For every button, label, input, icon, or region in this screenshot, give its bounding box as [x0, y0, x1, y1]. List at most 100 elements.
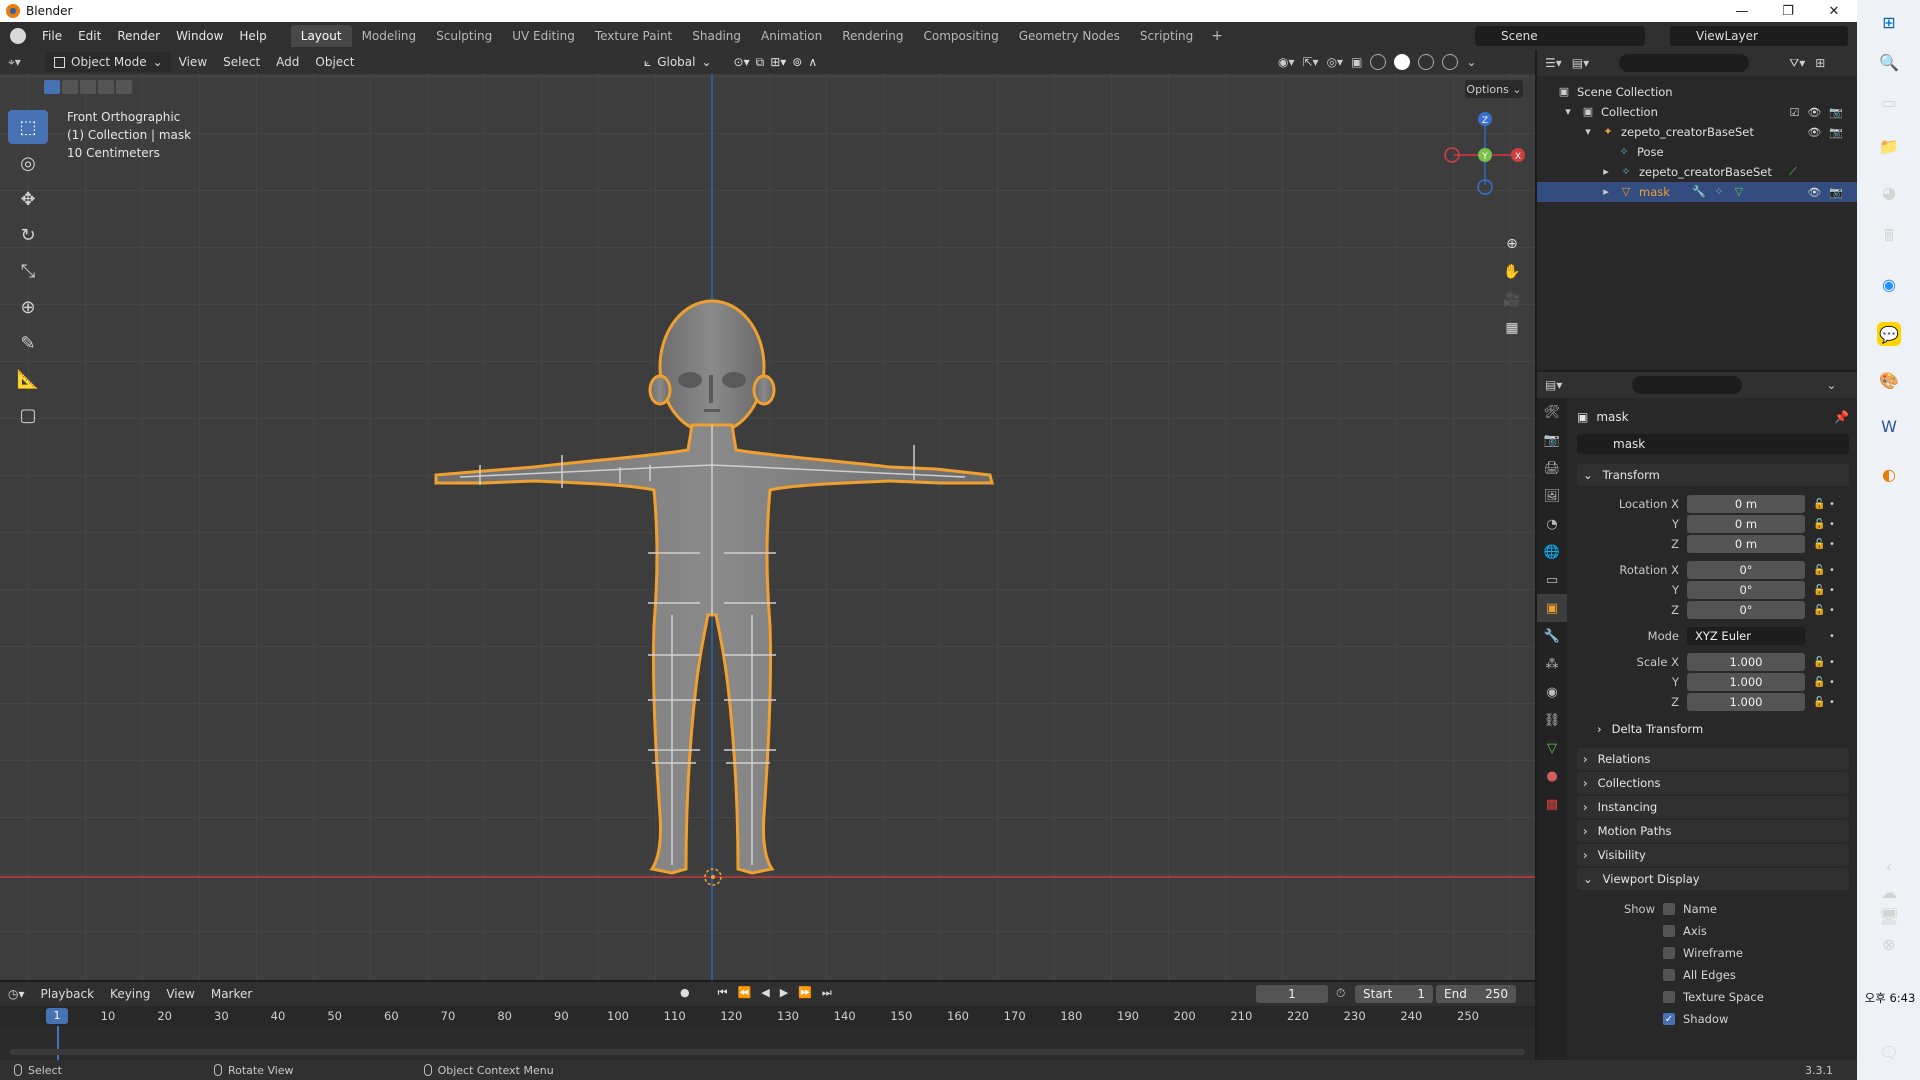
orientation-dropdown[interactable]: ⟀ Global ⌄ ⊙▾ ⧉ ⊞▾ ⊚ ∧ [644, 52, 817, 72]
timeline-menu-marker[interactable]: Marker [203, 987, 260, 1001]
visibility-panel-header[interactable]: Visibility [1577, 844, 1849, 866]
viewport-menu-view[interactable]: View [171, 55, 215, 69]
material-tab-icon[interactable]: ● [1537, 762, 1567, 790]
lock-icon[interactable]: 🔓 [1813, 677, 1829, 688]
camera-app-icon[interactable]: ◉ [1877, 272, 1901, 296]
physics-tab-icon[interactable]: ◉ [1537, 678, 1567, 706]
file-explorer-icon[interactable]: 📁 [1877, 134, 1901, 158]
blender-taskbar-icon[interactable]: ◐ [1877, 462, 1901, 486]
keyframe-dot-icon[interactable]: • [1829, 697, 1837, 708]
lock-icon[interactable]: 🔓 [1813, 697, 1829, 708]
rendered-shading-button[interactable] [1442, 54, 1459, 70]
current-frame-field[interactable]: 1 [1256, 985, 1328, 1003]
perspective-toggle-icon[interactable]: ▦ [1500, 314, 1524, 342]
outliner-row-pose[interactable]: ✧ Pose [1537, 142, 1857, 162]
snap-target-icon[interactable]: ⊞▾ [770, 55, 786, 69]
outliner-row-scene-collection[interactable]: ▣ Scene Collection [1537, 82, 1857, 102]
paint-app-icon[interactable]: 🎨 [1877, 368, 1901, 392]
tab-sculpting[interactable]: Sculpting [426, 25, 502, 47]
start-frame-field[interactable]: Start 1 [1355, 985, 1433, 1003]
rotation-z-field[interactable]: 0° [1687, 601, 1805, 619]
keyframe-dot-icon[interactable]: • [1829, 565, 1837, 576]
transform-panel-header[interactable]: Transform [1577, 464, 1849, 486]
object-tab-icon[interactable]: ▣ [1537, 594, 1567, 622]
timeline-menu-view[interactable]: View [158, 987, 202, 1001]
timeline-track[interactable] [0, 1026, 1535, 1060]
tab-rendering[interactable]: Rendering [832, 25, 913, 47]
checkbox-icon[interactable]: ☑ [1789, 106, 1799, 119]
rotate-tool-icon[interactable]: ↻ [8, 218, 48, 252]
outliner-row-armature[interactable]: ▾ ✦ zepeto_creatorBaseSet 👁 📷 [1537, 122, 1857, 142]
measure-tool-icon[interactable]: 📐 [8, 362, 48, 396]
jump-start-icon[interactable]: ⏮ [718, 986, 728, 1000]
current-frame-marker[interactable]: 1 [46, 1008, 68, 1024]
lock-icon[interactable]: 🔓 [1813, 585, 1829, 596]
options-button[interactable]: Options ⌄ [1465, 80, 1523, 98]
view-layer-tab-icon[interactable]: 🖼 [1537, 482, 1567, 510]
texture-tab-icon[interactable]: ▩ [1537, 790, 1567, 818]
outliner-search-input[interactable] [1619, 54, 1750, 72]
lock-icon[interactable]: 🔓 [1813, 519, 1829, 530]
eye-icon[interactable]: 👁 [1807, 186, 1821, 199]
camera-icon[interactable]: 📷 [1829, 186, 1843, 199]
tab-texture-paint[interactable]: Texture Paint [585, 25, 682, 47]
camera-icon[interactable]: 📷 [1829, 106, 1843, 119]
select-new-button[interactable] [44, 80, 60, 94]
xray-toggle-icon[interactable]: ▣ [1351, 55, 1362, 69]
tab-layout[interactable]: Layout [290, 25, 352, 47]
scene-tab-icon[interactable]: ◔ [1537, 510, 1567, 538]
notification-icon[interactable]: 🗨 [1877, 1040, 1901, 1064]
solid-shading-button[interactable] [1394, 54, 1411, 70]
outliner-editor-icon[interactable]: ☰▾ [1545, 56, 1562, 70]
next-keyframe-icon[interactable]: ⏩ [798, 986, 812, 1000]
annotate-tool-icon[interactable]: ✎ [8, 326, 48, 360]
select-subtract-button[interactable] [80, 80, 96, 94]
keyframe-dot-icon[interactable]: • [1829, 657, 1837, 668]
outliner-row-mask[interactable]: ▸ ▽ mask 🔧 ⁘ ▽ 👁 📷 [1537, 182, 1857, 202]
word-icon[interactable]: W [1877, 414, 1901, 438]
transform-tool-icon[interactable]: ⊕ [8, 290, 48, 324]
select-invert-button[interactable] [98, 80, 114, 94]
scene-selector[interactable]: Scene [1475, 26, 1645, 46]
outliner-row-armature-data[interactable]: ▸ ✧ zepeto_creatorBaseSet ⟋ [1537, 162, 1857, 182]
kakaotalk-icon[interactable]: 💬 [1877, 322, 1901, 346]
camera-view-icon[interactable]: 🎥 [1500, 286, 1524, 314]
menu-file[interactable]: File [34, 22, 70, 50]
add-workspace-button[interactable]: + [1203, 28, 1231, 44]
mute-icon[interactable]: ⊗ [1877, 932, 1901, 956]
lock-icon[interactable]: 🔓 [1813, 565, 1829, 576]
view-layer-selector[interactable]: ViewLayer [1670, 26, 1848, 46]
lock-icon[interactable]: 🔓 [1813, 605, 1829, 616]
lock-icon[interactable]: 🔓 [1813, 539, 1829, 550]
rotation-y-field[interactable]: 0° [1687, 581, 1805, 599]
blender-menu-icon[interactable] [10, 28, 26, 44]
show-wireframe-checkbox[interactable] [1663, 947, 1675, 959]
tab-scripting[interactable]: Scripting [1130, 25, 1203, 47]
tray-icons[interactable]: ☁ [1877, 880, 1901, 904]
end-frame-field[interactable]: End 250 [1436, 985, 1516, 1003]
editor-type-icon[interactable]: ⌖▾ [8, 52, 40, 72]
keyframe-dot-icon[interactable]: • [1829, 605, 1837, 616]
motion-paths-panel-header[interactable]: Motion Paths [1577, 820, 1849, 842]
pin-icon[interactable]: 📌 [1834, 410, 1849, 424]
instancing-panel-header[interactable]: Instancing [1577, 796, 1849, 818]
scale-x-field[interactable]: 1.000 [1687, 653, 1805, 671]
chevron-down-icon[interactable]: ▾ [1561, 105, 1575, 119]
select-extend-button[interactable] [62, 80, 78, 94]
rotation-x-field[interactable]: 0° [1687, 561, 1805, 579]
select-box-tool-icon[interactable]: ⬚ [8, 110, 48, 144]
keyframe-dot-icon[interactable]: • [1829, 519, 1837, 530]
select-intersect-button[interactable] [116, 80, 132, 94]
location-x-field[interactable]: 0 m [1687, 495, 1805, 513]
viewport-menu-object[interactable]: Object [307, 55, 362, 69]
tab-modeling[interactable]: Modeling [352, 25, 427, 47]
record-icon[interactable]: ● [680, 986, 690, 1000]
keyframe-dot-icon[interactable]: • [1829, 539, 1837, 550]
data-tab-icon[interactable]: ▽ [1537, 734, 1567, 762]
scale-tool-icon[interactable]: ⤡ [8, 254, 48, 288]
constraints-tab-icon[interactable]: ⛓ [1537, 706, 1567, 734]
location-y-field[interactable]: 0 m [1687, 515, 1805, 533]
tool-tab-icon[interactable]: 🛠 [1537, 398, 1567, 426]
pan-hand-icon[interactable]: ✋ [1500, 258, 1524, 286]
outliner-row-collection[interactable]: ▾ ▣ Collection ☑ 👁 📷 [1537, 102, 1857, 122]
